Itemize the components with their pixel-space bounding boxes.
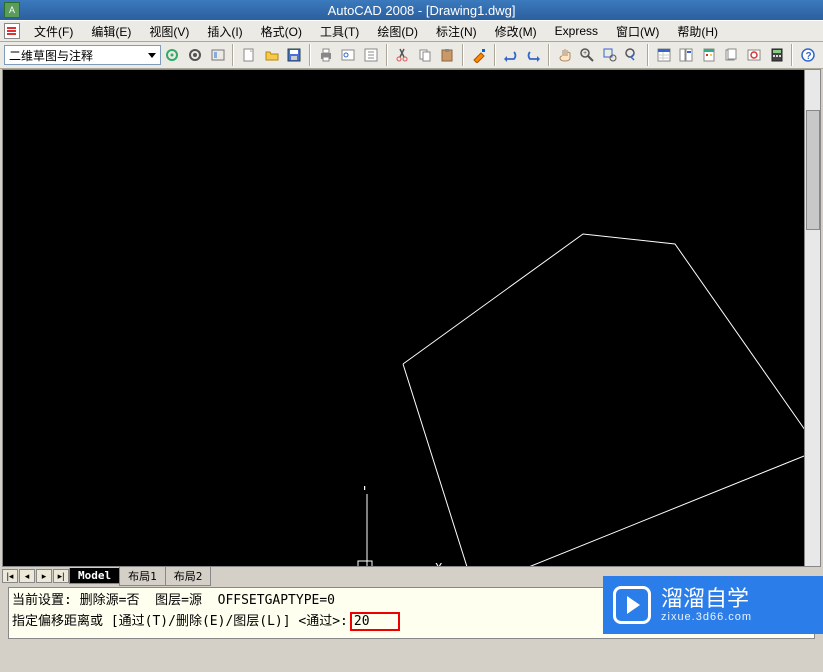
menu-express[interactable]: Express bbox=[547, 22, 606, 40]
publish-icon[interactable] bbox=[360, 44, 382, 66]
menu-view[interactable]: 视图(V) bbox=[141, 21, 197, 42]
workspace-settings-icon[interactable] bbox=[162, 44, 184, 66]
watermark-badge: 溜溜自学 zixue.3d66.com bbox=[603, 576, 823, 634]
menu-modify[interactable]: 修改(M) bbox=[487, 21, 545, 42]
toolbar-separator bbox=[386, 44, 388, 66]
tool-palettes-icon[interactable] bbox=[698, 44, 720, 66]
svg-text:+: + bbox=[583, 50, 587, 57]
menu-edit[interactable]: 编辑(E) bbox=[83, 21, 139, 42]
menu-file[interactable]: 文件(F) bbox=[26, 21, 81, 42]
calculator-icon[interactable] bbox=[766, 44, 788, 66]
toolbar-area: 二维草图与注释 + ? bbox=[0, 42, 823, 69]
title-bar: A AutoCAD 2008 - [Drawing1.dwg] bbox=[0, 0, 823, 20]
app-icon: A bbox=[4, 2, 20, 18]
ucs-y-label: Y bbox=[361, 486, 369, 493]
chevron-down-icon bbox=[148, 53, 156, 58]
tab-nav-prev-icon[interactable]: ◂ bbox=[19, 569, 35, 583]
menu-draw[interactable]: 绘图(D) bbox=[369, 21, 426, 42]
play-icon bbox=[613, 586, 651, 624]
workspace-combo[interactable]: 二维草图与注释 bbox=[4, 45, 161, 65]
zoom-realtime-icon[interactable]: + bbox=[576, 44, 598, 66]
menu-help[interactable]: 帮助(H) bbox=[669, 21, 726, 42]
help-icon[interactable]: ? bbox=[797, 44, 819, 66]
toolbar-separator bbox=[232, 44, 234, 66]
markup-icon[interactable] bbox=[743, 44, 765, 66]
tab-nav-first-icon[interactable]: |◂ bbox=[2, 569, 18, 583]
zoom-window-icon[interactable] bbox=[599, 44, 621, 66]
match-properties-icon[interactable] bbox=[468, 44, 490, 66]
properties-icon[interactable] bbox=[653, 44, 675, 66]
drawing-area[interactable]: Y X bbox=[2, 69, 821, 567]
undo-icon[interactable] bbox=[500, 44, 522, 66]
open-file-icon[interactable] bbox=[261, 44, 283, 66]
workspace-aux-icon[interactable] bbox=[207, 44, 229, 66]
toolbar-separator bbox=[309, 44, 311, 66]
menu-dimension[interactable]: 标注(N) bbox=[428, 21, 485, 42]
command-prompt: 指定偏移距离或 [通过(T)/删除(E)/图层(L)] <通过>: bbox=[12, 614, 348, 629]
tab-nav-last-icon[interactable]: ▸| bbox=[53, 569, 69, 583]
tab-model[interactable]: Model bbox=[69, 568, 120, 584]
gear-icon[interactable] bbox=[184, 44, 206, 66]
paste-icon[interactable] bbox=[437, 44, 459, 66]
vertical-scrollbar[interactable] bbox=[804, 70, 820, 566]
zoom-previous-icon[interactable] bbox=[621, 44, 643, 66]
print-icon[interactable] bbox=[315, 44, 337, 66]
toolbar-separator bbox=[791, 44, 793, 66]
watermark-brand: 溜溜自学 bbox=[661, 587, 752, 611]
scrollbar-thumb[interactable] bbox=[806, 110, 820, 230]
menu-insert[interactable]: 插入(I) bbox=[199, 21, 250, 42]
designcenter-icon[interactable] bbox=[676, 44, 698, 66]
menu-tools[interactable]: 工具(T) bbox=[312, 21, 367, 42]
toolbar-separator bbox=[494, 44, 496, 66]
watermark-url: zixue.3d66.com bbox=[661, 611, 752, 623]
command-input[interactable]: 20 bbox=[350, 612, 400, 631]
toolbar-separator bbox=[647, 44, 649, 66]
ucs-x-label: X bbox=[435, 561, 443, 567]
plot-preview-icon[interactable] bbox=[337, 44, 359, 66]
tab-nav-next-icon[interactable]: ▸ bbox=[36, 569, 52, 583]
save-icon[interactable] bbox=[283, 44, 305, 66]
menu-window[interactable]: 窗口(W) bbox=[608, 21, 667, 42]
toolbar-separator bbox=[462, 44, 464, 66]
sheetset-icon[interactable] bbox=[721, 44, 743, 66]
cut-icon[interactable] bbox=[392, 44, 414, 66]
toolbar-separator bbox=[548, 44, 550, 66]
tab-layout1[interactable]: 布局1 bbox=[119, 567, 166, 586]
pan-icon[interactable] bbox=[554, 44, 576, 66]
tab-layout2[interactable]: 布局2 bbox=[165, 567, 212, 586]
menu-bar: 文件(F) 编辑(E) 视图(V) 插入(I) 格式(O) 工具(T) 绘图(D… bbox=[0, 20, 823, 42]
polyline-geometry bbox=[403, 234, 819, 566]
menu-format[interactable]: 格式(O) bbox=[253, 21, 310, 42]
copy-icon[interactable] bbox=[414, 44, 436, 66]
svg-text:?: ? bbox=[806, 51, 812, 62]
toolbar-row-1: 二维草图与注释 + ? bbox=[0, 42, 823, 68]
redo-icon[interactable] bbox=[522, 44, 544, 66]
document-icon[interactable] bbox=[4, 23, 20, 39]
new-file-icon[interactable] bbox=[238, 44, 260, 66]
ucs-icon: Y X bbox=[355, 486, 455, 567]
window-title: AutoCAD 2008 - [Drawing1.dwg] bbox=[24, 3, 819, 18]
workspace-label: 二维草图与注释 bbox=[9, 47, 93, 64]
